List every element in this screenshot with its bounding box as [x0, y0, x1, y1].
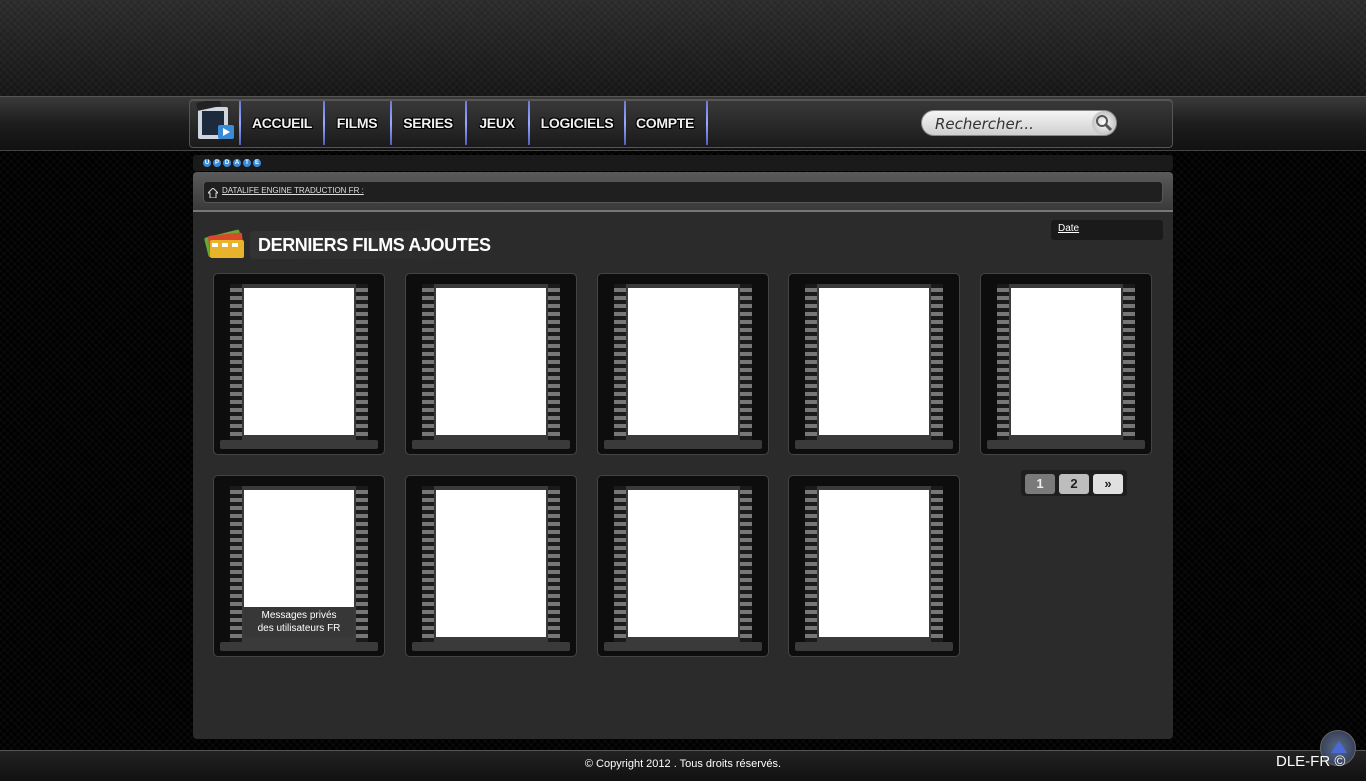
film-strip [548, 486, 560, 644]
update-letter[interactable]: T [243, 159, 251, 167]
page-1-button[interactable]: 1 [1025, 474, 1055, 494]
movie-poster[interactable] [244, 288, 354, 435]
update-letter[interactable]: U [203, 159, 211, 167]
film-strip [614, 284, 626, 442]
nav-series[interactable]: SERIES [398, 115, 458, 135]
card-base [412, 642, 570, 651]
card-base [220, 642, 378, 651]
card-base [604, 440, 762, 449]
film-strip [356, 284, 368, 442]
movie-card[interactable] [405, 273, 577, 455]
caption-line: Messages privés [261, 610, 337, 621]
film-frame [614, 284, 752, 442]
page-2-button[interactable]: 2 [1059, 474, 1089, 494]
nav-jeux[interactable]: JEUX [472, 115, 522, 135]
movie-card[interactable] [405, 475, 577, 657]
film-strip [230, 486, 242, 644]
film-strip [356, 486, 368, 644]
movie-poster[interactable] [819, 490, 929, 637]
update-letter[interactable]: E [253, 159, 261, 167]
film-frame: Messages privés des utilisateurs FR [230, 486, 368, 644]
film-frame [230, 284, 368, 442]
nav-separator [390, 101, 392, 145]
film-frame [805, 284, 943, 442]
film-frame [422, 284, 560, 442]
nav-separator [323, 101, 325, 145]
film-frame [805, 486, 943, 644]
film-strip [931, 486, 943, 644]
film-strip [805, 486, 817, 644]
film-strip [740, 486, 752, 644]
movie-poster[interactable] [436, 288, 546, 435]
poster-caption: Messages privés des utilisateurs FR [244, 607, 354, 637]
film-frame [422, 486, 560, 644]
movie-card[interactable] [980, 273, 1152, 455]
film-strip [931, 284, 943, 442]
film-strip [1123, 284, 1135, 442]
film-strip [548, 284, 560, 442]
card-base [987, 440, 1145, 449]
nav-separator [239, 101, 241, 145]
update-bar [193, 155, 1173, 171]
film-strip [805, 284, 817, 442]
brand-text: DLE-FR © [1276, 753, 1346, 770]
movie-card[interactable]: Messages privés des utilisateurs FR [213, 475, 385, 657]
movie-poster[interactable] [1011, 288, 1121, 435]
film-strip [230, 284, 242, 442]
nav-accueil[interactable]: ACCUEIL [250, 115, 314, 135]
update-letter[interactable]: A [233, 159, 241, 167]
section-title: DERNIERS FILMS AJOUTES [258, 235, 491, 255]
film-reel-icon [202, 226, 248, 260]
nav-compte[interactable]: COMPTE [632, 115, 698, 135]
movie-card[interactable] [788, 273, 960, 455]
film-logo-icon[interactable] [194, 98, 238, 145]
sort-date-link[interactable]: Date [1058, 223, 1079, 234]
film-strip [997, 284, 1009, 442]
card-base [795, 642, 953, 651]
nav-separator [528, 101, 530, 145]
nav-films[interactable]: FILMS [330, 115, 384, 135]
nav-separator [706, 101, 708, 145]
movie-card[interactable] [597, 273, 769, 455]
card-base [220, 440, 378, 449]
movie-card[interactable] [597, 475, 769, 657]
card-base [604, 642, 762, 651]
update-letter[interactable]: D [223, 159, 231, 167]
card-base [412, 440, 570, 449]
film-frame [997, 284, 1135, 442]
nav-logiciels[interactable]: LOGICIELS [535, 115, 619, 135]
movie-card[interactable] [213, 273, 385, 455]
nav-separator [624, 101, 626, 145]
film-strip [740, 284, 752, 442]
update-letter[interactable]: P [213, 159, 221, 167]
nav-separator [465, 101, 467, 145]
next-page-button[interactable]: » [1093, 474, 1123, 494]
movie-poster[interactable] [436, 490, 546, 637]
search-button[interactable] [1092, 111, 1116, 135]
search-icon [1096, 115, 1113, 132]
search-placeholder: Rechercher... [935, 115, 1034, 133]
movie-poster[interactable] [819, 288, 929, 435]
home-icon[interactable] [206, 185, 220, 199]
film-strip [422, 284, 434, 442]
film-strip [422, 486, 434, 644]
movie-poster[interactable] [628, 288, 738, 435]
movie-poster[interactable] [628, 490, 738, 637]
movie-card[interactable] [788, 475, 960, 657]
card-base [795, 440, 953, 449]
film-frame [614, 486, 752, 644]
copyright-text: © Copyright 2012 . Tous droits réservés. [584, 758, 782, 770]
caption-line: des utilisateurs FR [257, 623, 341, 634]
breadcrumb-link[interactable]: DATALIFE ENGINE TRADUCTION FR : [222, 186, 364, 195]
film-strip [614, 486, 626, 644]
